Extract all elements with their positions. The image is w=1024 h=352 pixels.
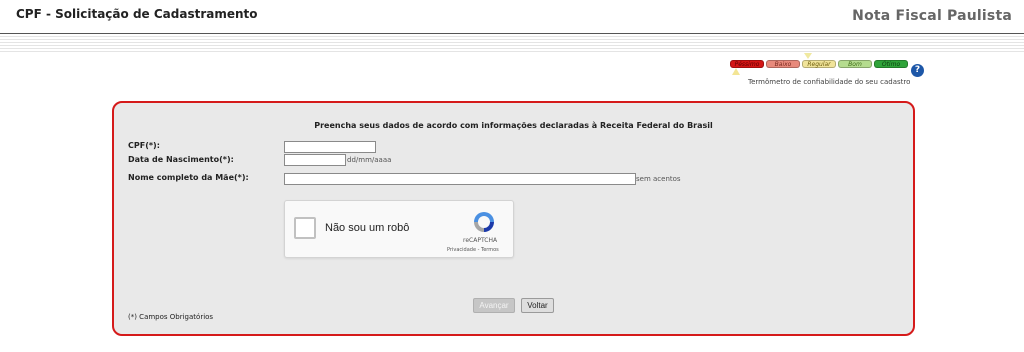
registration-form-panel: Preencha seus dados de acordo com inform… <box>112 101 915 336</box>
form-heading: Preencha seus dados de acordo com inform… <box>314 121 713 130</box>
recaptcha-widget: Não sou um robô reCAPTCHA Privacidade - … <box>284 200 514 258</box>
thermometer-top-marker-icon <box>804 53 812 59</box>
mother-name-input[interactable] <box>284 173 636 185</box>
birth-date-hint: dd/mm/aaaa <box>347 156 392 164</box>
birth-date-input[interactable] <box>284 154 346 166</box>
cpf-input[interactable] <box>284 141 376 153</box>
back-button[interactable]: Voltar <box>521 298 554 313</box>
next-button[interactable]: Avançar <box>473 298 515 313</box>
recaptcha-label: Não sou um robô <box>325 222 410 234</box>
level-pessimo: Péssimo <box>730 60 764 68</box>
thermometer-bar: Péssimo Baixo Regular Bom Ótimo <box>730 60 910 69</box>
header-stripes <box>0 36 1024 52</box>
level-regular: Regular <box>802 60 836 68</box>
brand-title: Nota Fiscal Paulista <box>852 8 1012 24</box>
thermometer-caption: Termômetro de confiabilidade do seu cada… <box>748 78 911 86</box>
birth-date-label: Data de Nascimento(*): <box>128 155 234 164</box>
page-title: CPF - Solicitação de Cadastramento <box>16 7 258 21</box>
recaptcha-brand: reCAPTCHA <box>463 237 498 244</box>
top-bar: CPF - Solicitação de Cadastramento Nota … <box>0 0 1024 34</box>
recaptcha-privacy-terms-links[interactable]: Privacidade - Termos <box>447 247 499 253</box>
recaptcha-checkbox[interactable] <box>294 217 316 239</box>
question-icon[interactable]: ? <box>911 64 924 77</box>
level-otimo: Ótimo <box>874 60 908 68</box>
mother-name-hint: sem acentos <box>636 175 681 183</box>
mother-name-label: Nome completo da Mãe(*): <box>128 173 249 182</box>
level-bom: Bom <box>838 60 872 68</box>
recaptcha-logo-icon <box>474 212 494 232</box>
required-fields-note: (*) Campos Obrigatórios <box>128 313 214 321</box>
level-baixo: Baixo <box>766 60 800 68</box>
thermometer-pointer-icon <box>732 68 740 75</box>
cpf-label: CPF(*): <box>128 141 160 150</box>
